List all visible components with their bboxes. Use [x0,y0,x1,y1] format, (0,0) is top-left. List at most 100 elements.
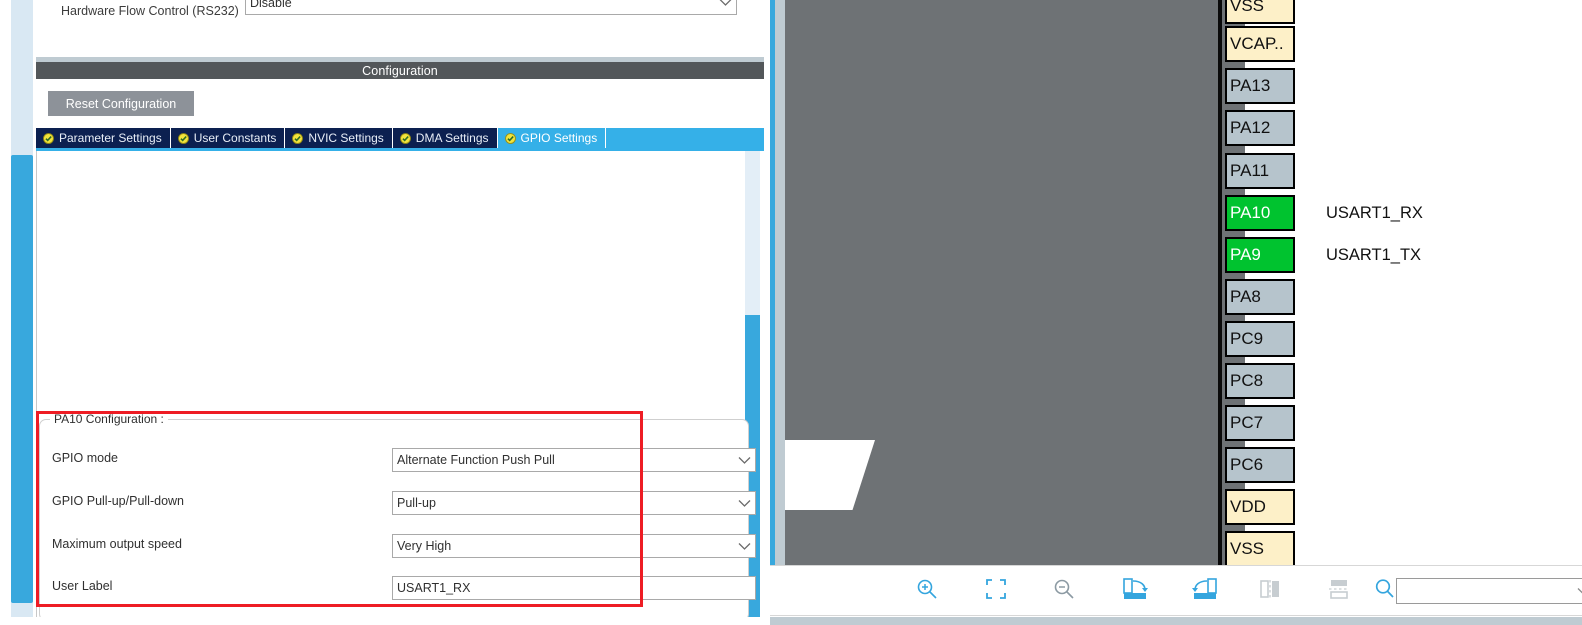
max-output-speed-label: Maximum output speed [52,537,182,551]
tab-label: DMA Settings [415,131,489,145]
check-circle-icon [43,132,54,144]
pin-vdd[interactable]: VDD [1225,489,1295,525]
max-output-speed-field: Very High [392,534,756,558]
tab-label: NVIC Settings [308,131,384,145]
window-bottom-strip-left [0,617,770,625]
application-window: Hardware Flow Control (RS232) Disable Co… [0,0,1582,625]
user-label-field: USART1_RX [392,576,756,600]
configuration-tabs: Parameter Settings User Constants NVIC S… [36,127,764,148]
chip-diagram-canvas[interactable]: VSS VCAP.. PA13 PA12 PA11 PA10 PA9 PA8 P… [770,0,1582,565]
pane-splitter-edge [775,0,785,565]
gpio-pull-row: GPIO Pull-up/Pull-down Pull-up [52,491,756,515]
pin-pc7[interactable]: PC7 [1225,405,1295,441]
tabstrip-filler [606,128,764,148]
gpio-settings-panel: PA10 Configuration : GPIO mode Alternate… [36,151,764,625]
pin-pa10[interactable]: PA10 [1225,195,1295,231]
zoom-out-button[interactable] [1047,574,1081,608]
chevron-down-icon [733,449,755,471]
chip-body [785,0,1245,565]
flip-vertical-button[interactable] [1322,574,1356,608]
max-output-speed-row: Maximum output speed Very High [52,534,756,558]
rotate-right-button[interactable] [1116,574,1156,608]
configuration-pane: Hardware Flow Control (RS232) Disable Co… [0,0,770,625]
pin-vss-top[interactable]: VSS [1225,0,1295,24]
pin-pc9[interactable]: PC9 [1225,321,1295,357]
pin-pc6[interactable]: PC6 [1225,447,1295,483]
pin-pa13[interactable]: PA13 [1225,68,1295,104]
flip-horizontal-icon [1258,578,1282,605]
pin-label: PC9 [1230,329,1264,348]
user-label-label: User Label [52,579,113,593]
tab-dma-settings[interactable]: DMA Settings [392,128,498,148]
chevron-down-icon [714,0,736,14]
fit-to-screen-icon [984,577,1008,606]
pin-vss-bottom[interactable]: VSS [1225,531,1295,565]
rotate-left-button[interactable] [1184,574,1224,608]
pin-label: PC8 [1230,371,1264,390]
tab-nvic-settings[interactable]: NVIC Settings [285,128,393,148]
pin-label: PA9 [1230,245,1261,264]
pin-vcap[interactable]: VCAP.. [1225,26,1295,62]
signal-label-pa9: USART1_TX [1326,245,1422,264]
check-circle-icon [504,132,516,144]
chevron-down-icon [733,535,755,557]
pin-label: VDD [1230,497,1266,516]
left-pane-scrollbar-thumb[interactable] [11,155,33,603]
window-bottom-strip [770,617,1582,625]
gpio-pull-value: Pull-up [397,496,436,510]
tab-parameter-settings[interactable]: Parameter Settings [36,128,171,148]
pin-pa11[interactable]: PA11 [1225,153,1295,189]
left-gutter [0,0,11,625]
tab-label: GPIO Settings [520,131,598,145]
chevron-down-icon[interactable] [1571,587,1582,596]
pin-search-input[interactable] [1397,583,1571,599]
chip-view-toolbar [770,565,1582,617]
hardware-flow-control-label: Hardware Flow Control (RS232) [61,4,239,18]
hardware-flow-control-select[interactable]: Disable [245,0,737,15]
user-label-row: User Label USART1_RX [52,576,756,600]
pin-label: PA13 [1230,76,1271,95]
pin-pa12[interactable]: PA12 [1225,110,1295,146]
pin-pa8[interactable]: PA8 [1225,279,1295,315]
gpio-pull-label: GPIO Pull-up/Pull-down [52,494,185,508]
pin-label: VCAP.. [1230,34,1284,53]
max-output-speed-select[interactable]: Very High [392,534,756,558]
hardware-flow-control-value: Disable [250,0,292,10]
fit-to-screen-button[interactable] [979,574,1013,608]
hardware-flow-control-row: Hardware Flow Control (RS232) [61,0,239,22]
toolbar-bottom-border [770,615,1582,616]
zoom-in-button[interactable] [910,574,944,608]
toolbar-top-border [770,565,1582,566]
check-circle-icon [177,132,189,144]
gpio-mode-label: GPIO mode [52,451,118,465]
tab-label: User Constants [193,131,277,145]
tab-label: Parameter Settings [59,131,162,145]
pin-label: PA12 [1230,118,1271,137]
gpio-mode-field: Alternate Function Push Pull [392,448,756,472]
rotate-left-icon [1189,576,1219,607]
search-icon [1373,577,1397,606]
flip-horizontal-button[interactable] [1253,574,1287,608]
zoom-out-icon [1052,577,1076,606]
gpio-pull-field: Pull-up [392,491,756,515]
pin-search-combobox[interactable] [1396,578,1582,604]
reset-configuration-button[interactable]: Reset Configuration [48,91,194,116]
gpio-pull-select[interactable]: Pull-up [392,491,756,515]
tab-user-constants[interactable]: User Constants [170,128,286,148]
rotate-right-icon [1121,576,1151,607]
pin-label: PA10 [1230,203,1271,222]
check-circle-icon [399,132,411,144]
pin-label: VSS [1230,539,1265,558]
gpio-mode-select[interactable]: Alternate Function Push Pull [392,448,756,472]
signal-label-pa10: USART1_RX [1326,203,1423,222]
tab-gpio-settings[interactable]: GPIO Settings [497,128,607,148]
parameter-form-card: Hardware Flow Control (RS232) Disable [36,0,765,57]
pin-label: PA11 [1230,161,1270,180]
configuration-body: Reset Configuration Parameter Settings U… [36,79,764,625]
user-label-input[interactable]: USART1_RX [392,576,756,600]
pa10-configuration-group: PA10 Configuration : GPIO mode Alternate… [39,412,756,621]
pin-pc8[interactable]: PC8 [1225,363,1295,399]
chip-callout-shape [785,440,875,510]
max-output-speed-value: Very High [397,539,452,553]
pin-pa9[interactable]: PA9 [1225,237,1295,273]
